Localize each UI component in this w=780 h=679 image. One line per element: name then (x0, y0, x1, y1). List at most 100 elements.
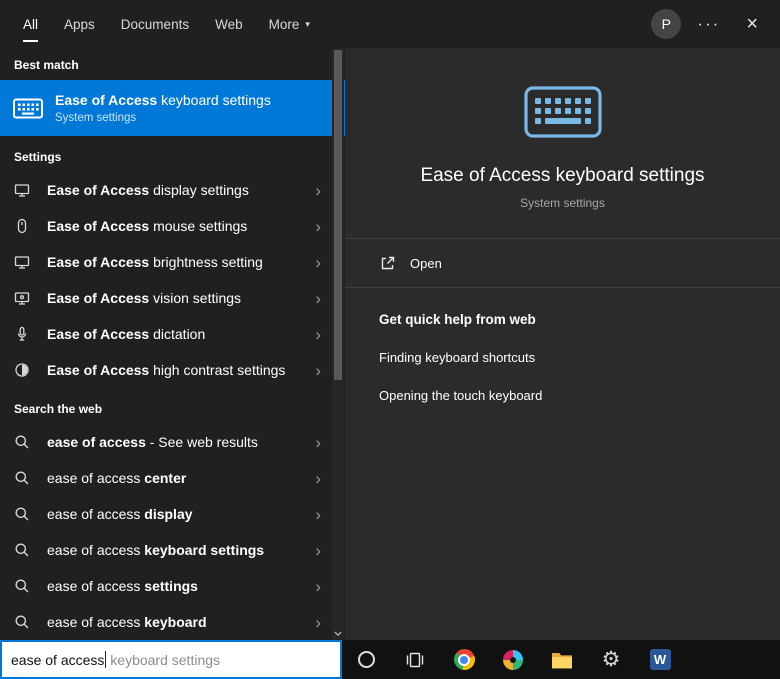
result-label-plain: ease of access (47, 470, 141, 486)
avatar[interactable]: P (651, 9, 682, 39)
search-typed-text: ease of access (11, 651, 105, 668)
vision-icon (14, 290, 32, 306)
help-link-touch-keyboard[interactable]: Opening the touch keyboard (379, 388, 746, 403)
settings-result-display[interactable]: Ease of Access display settings › (0, 172, 345, 208)
tab-documents[interactable]: Documents (108, 0, 202, 48)
web-help-section: Get quick help from web Finding keyboard… (345, 288, 780, 403)
close-icon[interactable]: × (736, 13, 768, 36)
search-icon (14, 506, 32, 522)
chevron-right-icon[interactable]: › (315, 578, 321, 595)
settings-result-brightness[interactable]: Ease of Access brightness setting › (0, 244, 345, 280)
best-match-title-bold: Ease of Access (55, 92, 158, 108)
chevron-right-icon[interactable]: › (315, 470, 321, 487)
settings-result-high-contrast[interactable]: Ease of Access high contrast settings › (0, 352, 345, 388)
tab-more-label: More (268, 16, 300, 32)
chevron-right-icon[interactable]: › (315, 182, 321, 199)
tab-web[interactable]: Web (202, 0, 256, 48)
result-label-rest: high contrast settings (149, 362, 286, 378)
web-result-center[interactable]: ease of access center › (0, 460, 345, 496)
settings-header: Settings (14, 150, 62, 164)
result-label-plain: ease of access (47, 614, 141, 630)
web-result-keyboard-settings[interactable]: ease of access keyboard settings › (0, 532, 345, 568)
best-match-text: Ease of Access keyboard settings System … (55, 92, 271, 124)
settings-button[interactable]: ⚙ (599, 646, 623, 674)
more-options-icon[interactable]: ··· (681, 14, 736, 34)
word-icon: W (649, 649, 671, 670)
web-result-see-results[interactable]: ease of access - See web results › (0, 424, 345, 460)
search-icon (14, 434, 32, 450)
taskbar-search-input[interactable]: ease of access keyboard settings (0, 640, 342, 679)
scrollbar-thumb[interactable] (334, 50, 342, 380)
scrollbar[interactable] (332, 48, 344, 641)
result-label-bold: ease of access (47, 434, 146, 450)
help-link-keyboard-shortcuts[interactable]: Finding keyboard shortcuts (379, 350, 746, 365)
web-result-settings[interactable]: ease of access settings › (0, 568, 345, 604)
result-label-rest: mouse settings (149, 218, 248, 234)
web-result-display[interactable]: ease of access display › (0, 496, 345, 532)
result-label-rest: display settings (149, 182, 249, 198)
scroll-down-button[interactable] (332, 627, 344, 639)
result-label-rest: - See web results (145, 434, 258, 450)
gear-icon: ⚙ (601, 647, 621, 671)
task-view-button[interactable] (403, 646, 427, 674)
open-icon (379, 255, 396, 272)
mouse-icon (14, 218, 32, 234)
slack-button[interactable] (501, 646, 525, 674)
search-icon (14, 614, 32, 630)
result-label-rest: vision settings (149, 290, 242, 306)
open-action[interactable]: Open (345, 239, 780, 287)
settings-result-dictation[interactable]: Ease of Access dictation › (0, 316, 345, 352)
best-match-title-rest: keyboard settings (157, 92, 271, 108)
chevron-right-icon[interactable]: › (315, 254, 321, 271)
brightness-icon (14, 254, 32, 270)
best-match-result[interactable]: Ease of Access keyboard settings System … (0, 80, 345, 136)
result-label-bold: Ease of Access (47, 182, 150, 198)
search-icon (14, 542, 32, 558)
best-match-header: Best match (14, 58, 79, 72)
search-the-web-header: Search the web (14, 402, 103, 416)
help-header: Get quick help from web (379, 312, 536, 327)
settings-result-vision[interactable]: Ease of Access vision settings › (0, 280, 345, 316)
tab-apps[interactable]: Apps (51, 0, 108, 48)
search-icon (14, 470, 32, 486)
chrome-icon (453, 649, 475, 670)
display-icon (14, 182, 32, 198)
chevron-right-icon[interactable]: › (315, 506, 321, 523)
chevron-right-icon[interactable]: › (315, 362, 321, 379)
preview-subtitle: System settings (520, 196, 605, 210)
file-explorer-button[interactable] (550, 646, 574, 674)
best-match-title: Ease of Access keyboard settings (55, 92, 271, 108)
chevron-right-icon[interactable]: › (315, 218, 321, 235)
chevron-right-icon[interactable]: › (315, 290, 321, 307)
tab-more[interactable]: More ▾ (256, 0, 323, 48)
result-label-bold: keyboard settings (140, 542, 265, 558)
chevron-right-icon[interactable]: › (315, 434, 321, 451)
result-label-plain: ease of access (47, 542, 141, 558)
chevron-right-icon[interactable]: › (315, 542, 321, 559)
best-match-subtitle: System settings (55, 112, 137, 124)
cortana-button[interactable] (354, 646, 378, 674)
result-label-bold: display (140, 506, 193, 522)
folder-icon (552, 652, 572, 668)
result-label-bold: Ease of Access (47, 218, 150, 234)
task-view-icon (406, 652, 424, 667)
chevron-right-icon[interactable]: › (315, 614, 321, 631)
chevron-down-icon (334, 630, 342, 636)
result-label-bold: Ease of Access (47, 290, 150, 306)
keyboard-icon (10, 98, 46, 119)
chevron-right-icon[interactable]: › (315, 326, 321, 343)
high-contrast-icon (14, 362, 32, 378)
open-label: Open (410, 255, 442, 271)
dictation-icon (14, 326, 32, 342)
slack-icon (503, 649, 523, 670)
word-button[interactable]: W (648, 646, 672, 674)
result-label-rest: dictation (149, 326, 206, 342)
preview-title: Ease of Access keyboard settings (420, 165, 705, 186)
tab-all[interactable]: All (10, 0, 51, 48)
web-result-keyboard[interactable]: ease of access keyboard › (0, 604, 345, 640)
windows-search-flyout: All Apps Documents Web More ▾ P ··· × Be… (0, 0, 780, 679)
chrome-button[interactable] (452, 646, 476, 674)
search-icon (14, 578, 32, 594)
result-label-bold: settings (140, 578, 198, 594)
settings-result-mouse[interactable]: Ease of Access mouse settings › (0, 208, 345, 244)
